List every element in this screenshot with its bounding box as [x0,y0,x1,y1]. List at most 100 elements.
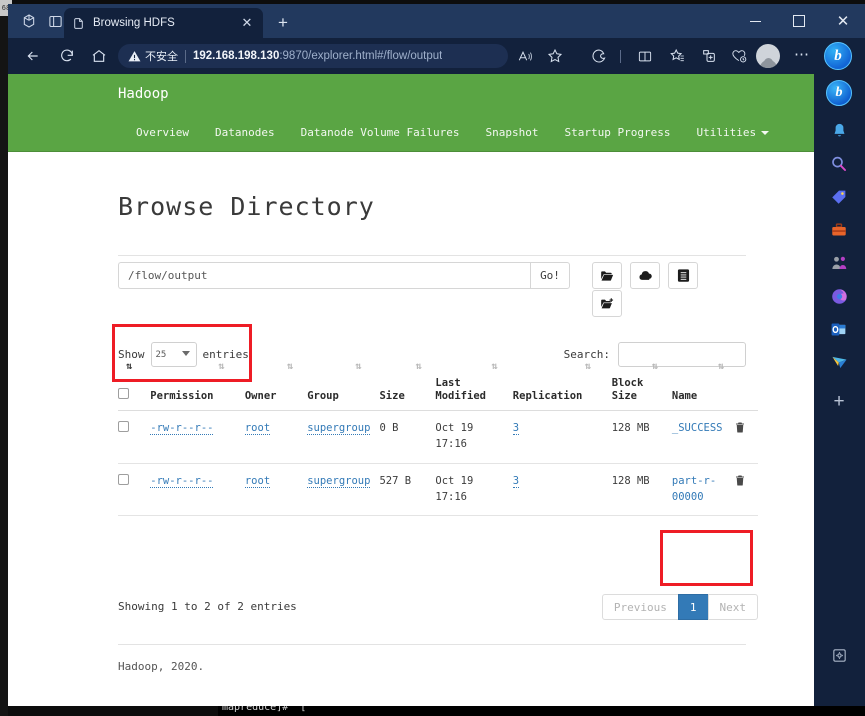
permission-link[interactable]: -rw-r--r-- [150,474,214,488]
column-header-replication[interactable]: ⇅ Replication [512,361,612,412]
hadoop-brand[interactable]: Hadoop [118,86,169,102]
page-content: Hadoop Overview Datanodes Datanode Volum… [8,74,814,706]
nav-link-overview[interactable]: Overview [123,126,202,139]
column-header-owner[interactable]: ⇅ Owner [244,361,308,412]
sort-icon[interactable]: ⇅ [585,361,591,374]
row-select-cell[interactable] [118,410,151,464]
column-header-size[interactable]: ⇅ Size [379,361,436,412]
close-icon[interactable]: ✕ [239,15,255,31]
minimize-icon[interactable] [733,4,777,38]
sidebar-games[interactable] [824,248,854,278]
collections-icon[interactable] [698,45,720,67]
sidebar-tools[interactable] [824,215,854,245]
browser-tab[interactable]: Browsing HDFS ✕ [64,8,263,38]
page-1-button[interactable]: 1 [677,594,709,620]
edge-sidebar: b + [814,74,865,706]
sidebar-outlook[interactable] [824,314,854,344]
read-aloud-icon[interactable] [514,45,536,67]
briefcase-icon [832,222,846,235]
owner-link[interactable]: root [244,474,271,488]
trash-icon[interactable] [734,475,746,490]
sidebar-notifications[interactable] [824,116,854,146]
next-page-button[interactable]: Next [707,594,758,620]
path-input[interactable] [118,262,530,289]
table-footer: Showing 1 to 2 of 2 entries Previous 1 N… [118,594,758,624]
column-header-block-size[interactable]: ⇅ Block Size [611,361,672,412]
replication-link[interactable]: 3 [512,422,520,436]
column-label: Name [671,390,698,403]
sort-icon[interactable]: ⇅ [287,361,293,374]
copilot-bing-icon[interactable]: b [824,42,852,70]
page-size-select[interactable]: 25 50 100 [150,342,197,367]
go-button[interactable]: Go! [530,262,570,289]
file-name-link[interactable]: part-r-00000 [672,475,716,503]
column-label: Owner [244,390,277,403]
row-select-cell[interactable] [118,463,151,517]
column-header-name[interactable]: ⇅ Name [671,361,735,412]
close-icon[interactable]: ✕ [821,4,865,38]
upload-button[interactable] [630,262,660,289]
row-checkbox[interactable] [118,421,129,433]
star-icon[interactable] [544,45,566,67]
nav-link-datanodes[interactable]: Datanodes [202,126,288,139]
sidebar-customize[interactable] [824,640,854,670]
open-folder-button[interactable] [592,262,622,289]
new-tab-button[interactable]: + [272,12,294,34]
browser-essentials-icon[interactable] [588,45,610,67]
avatar[interactable] [756,44,780,68]
sort-icon[interactable]: ⇅ [218,361,224,374]
sort-icon[interactable]: ⇅ [126,361,132,374]
nav-link-utilities[interactable]: Utilities [684,126,783,139]
address-bar[interactable]: 不安全 192.168.198.130:9870/explorer.html#/… [118,44,508,68]
table-header-row: ⇅ ⇅ Permission ⇅ Owner ⇅ Group ⇅ Size ⇅ … [118,361,758,412]
favorites-list-icon[interactable] [666,45,688,67]
sidebar-copilot[interactable]: b [824,78,854,108]
nav-link-startup-progress[interactable]: Startup Progress [552,126,684,139]
select-all-column-header[interactable]: ⇅ [118,361,151,412]
refresh-icon[interactable] [56,45,78,67]
column-header-last-modified[interactable]: ⇅ Last Modified [435,361,513,412]
column-label: Permission [150,390,214,403]
column-header-permission[interactable]: ⇅ Permission [150,361,245,412]
cut-paste-button[interactable] [668,262,698,289]
sort-icon[interactable]: ⇅ [718,361,724,374]
maximize-icon[interactable] [777,4,821,38]
path-row: Go! [118,262,758,324]
tab-actions-icon[interactable] [44,10,66,32]
owner-link[interactable]: root [244,422,271,436]
outlook-icon [831,322,846,336]
search-icon [832,156,846,171]
split-screen-icon[interactable] [634,45,656,67]
sort-icon[interactable]: ⇅ [652,361,658,374]
table-row[interactable]: -rw-r--r-- root supergroup 0 B Oct 19 17… [118,410,758,464]
ellipsis-icon[interactable]: ⋯ [794,45,810,63]
replication-link[interactable]: 3 [512,474,520,488]
group-link[interactable]: supergroup [307,474,371,488]
sort-icon[interactable]: ⇅ [415,361,421,374]
sidebar-shopping[interactable] [824,182,854,212]
workspaces-icon[interactable] [18,10,40,32]
sort-icon[interactable]: ⇅ [491,361,497,374]
group-link[interactable]: supergroup [307,422,371,436]
nav-link-snapshot[interactable]: Snapshot [473,126,552,139]
permission-link[interactable]: -rw-r--r-- [150,422,214,436]
back-arrow-icon[interactable] [22,45,44,67]
heart-tools-icon[interactable] [728,45,750,67]
previous-page-button[interactable]: Previous [601,594,679,620]
row-checkbox[interactable] [118,473,129,485]
trash-icon[interactable] [734,422,746,437]
sidebar-send[interactable] [824,347,854,377]
table-row[interactable]: -rw-r--r-- root supergroup 527 B Oct 19 … [118,463,758,517]
search-input[interactable] [618,342,746,367]
home-icon[interactable] [88,45,110,67]
nav-link-datanode-volume-failures[interactable]: Datanode Volume Failures [288,126,473,139]
new-directory-button[interactable] [592,290,622,317]
column-header-group[interactable]: ⇅ Group [307,361,380,412]
cell-permission: -rw-r--r-- [150,410,245,464]
file-name-link[interactable]: _SUCCESS [672,422,723,434]
sort-icon[interactable]: ⇅ [355,361,361,374]
select-all-checkbox[interactable] [118,388,129,400]
sidebar-office[interactable] [824,281,854,311]
sidebar-search[interactable] [824,149,854,179]
sidebar-add[interactable]: + [824,386,854,416]
